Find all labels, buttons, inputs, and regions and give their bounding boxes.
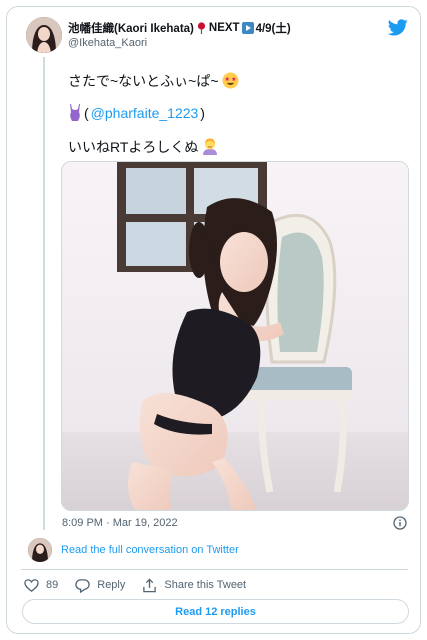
tweet-line-2: ( @pharfaite_1223 ) bbox=[68, 104, 205, 121]
tweet-line-1: さたで~ないとふぃ~ぱ~ bbox=[68, 71, 239, 91]
twitter-bird-icon[interactable] bbox=[388, 19, 408, 36]
tweet-embed-card: 池幡佳織(Kaori Ikehata) NEXT 4/9(土) @Ikehata… bbox=[6, 6, 421, 634]
play-icon bbox=[241, 22, 254, 34]
divider bbox=[21, 569, 408, 570]
like-button[interactable]: 89 bbox=[24, 578, 58, 593]
tweet-actions: 89 Reply Share this Tweet bbox=[24, 576, 263, 594]
mention-close-paren: ) bbox=[200, 104, 205, 121]
star-struck-emoji bbox=[222, 72, 239, 89]
tweet-timestamp[interactable]: 8:09 PM · Mar 19, 2022 bbox=[62, 517, 178, 529]
share-label: Share this Tweet bbox=[164, 579, 247, 591]
reply-button[interactable]: Reply bbox=[75, 578, 125, 593]
tweet-photo[interactable] bbox=[61, 161, 409, 511]
mention-open-paren: ( bbox=[84, 104, 89, 121]
tweet-line-3: いいねRTよろしくぬ bbox=[68, 137, 218, 157]
tweet-line-3-text: いいねRTよろしくぬ bbox=[68, 139, 199, 155]
reply-icon bbox=[75, 578, 90, 593]
avatar[interactable] bbox=[26, 17, 62, 53]
heart-icon bbox=[24, 578, 39, 592]
tweet-line-1-text: さたで~ないとふぃ~ぱ~ bbox=[68, 73, 219, 89]
thread-line bbox=[43, 57, 45, 530]
swimsuit-emoji bbox=[70, 104, 80, 121]
read-replies-button[interactable]: Read 12 replies bbox=[22, 599, 409, 624]
person-emoji bbox=[203, 138, 218, 155]
name-date: 4/9(土) bbox=[255, 23, 291, 35]
share-button[interactable]: Share this Tweet bbox=[142, 577, 247, 593]
name-suffix: NEXT bbox=[208, 22, 240, 34]
mention-link[interactable]: @pharfaite_1223 bbox=[91, 105, 199, 121]
like-count: 89 bbox=[46, 579, 59, 591]
rose-icon bbox=[197, 22, 205, 34]
info-icon[interactable] bbox=[393, 516, 407, 530]
handle[interactable]: @Ikehata_Kaori bbox=[68, 37, 147, 49]
conversation-avatar[interactable] bbox=[28, 538, 52, 562]
display-name-text: 池幡佳織(Kaori Ikehata) bbox=[68, 23, 194, 35]
read-full-conversation-link[interactable]: Read the full conversation on Twitter bbox=[61, 544, 239, 556]
reply-label: Reply bbox=[97, 579, 126, 591]
share-icon bbox=[143, 577, 157, 592]
display-name[interactable]: 池幡佳織(Kaori Ikehata) NEXT 4/9(土) bbox=[68, 20, 291, 36]
